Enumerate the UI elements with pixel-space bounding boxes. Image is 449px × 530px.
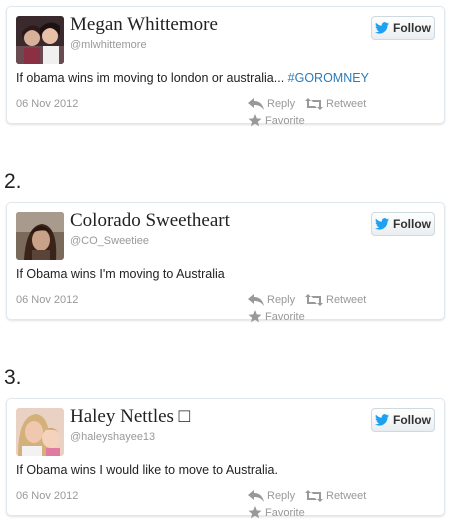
- tweet-actions: Reply Retweet Favorite: [248, 294, 408, 326]
- twitter-bird-icon: [375, 414, 389, 426]
- twitter-bird-icon: [375, 218, 389, 230]
- display-name[interactable]: Megan Whittemore: [70, 14, 218, 36]
- reply-arrow-icon: [248, 98, 264, 110]
- reply-action[interactable]: Reply: [248, 490, 295, 502]
- tweet-body: If Obama wins I'm moving to Australia: [16, 267, 225, 281]
- tweet-date[interactable]: 06 Nov 2012: [16, 490, 78, 502]
- tweet-date[interactable]: 06 Nov 2012: [16, 98, 78, 110]
- username[interactable]: @mlwhittemore: [70, 39, 147, 51]
- tweet-actions: Reply Retweet Favorite: [248, 98, 408, 130]
- favorite-label: Favorite: [265, 114, 305, 127]
- reply-arrow-icon: [248, 490, 264, 502]
- tweet-body: If obama wins im moving to london or aus…: [16, 71, 288, 85]
- display-name[interactable]: Colorado Sweetheart: [70, 210, 230, 232]
- retweet-label: Retweet: [326, 294, 367, 306]
- retweet-label: Retweet: [326, 490, 367, 502]
- avatar[interactable]: [16, 408, 64, 456]
- reply-label: Reply: [267, 98, 296, 110]
- list-number: 3.: [4, 366, 22, 389]
- hashtag-link[interactable]: #GOROMNEY: [288, 71, 369, 85]
- tweet-date[interactable]: 06 Nov 2012: [16, 294, 78, 306]
- tweet-text: If obama wins im moving to london or aus…: [16, 71, 369, 85]
- tweet-body: If Obama wins I would like to move to Au…: [16, 463, 278, 477]
- avatar[interactable]: [16, 212, 64, 260]
- follow-button[interactable]: Follow: [371, 16, 435, 40]
- tweet-text: If Obama wins I would like to move to Au…: [16, 463, 278, 477]
- retweet-action[interactable]: Retweet: [305, 98, 366, 110]
- favorite-label: Favorite: [265, 310, 305, 323]
- tweet-card: Megan Whittemore @mlwhittemore Follow If…: [6, 6, 445, 127]
- username[interactable]: @CO_Sweetiee: [70, 235, 149, 247]
- follow-label: Follow: [393, 217, 431, 231]
- favorite-action[interactable]: Favorite: [248, 506, 305, 519]
- tweet-card: Colorado Sweetheart @CO_Sweetiee Follow …: [6, 202, 445, 323]
- favorite-action[interactable]: Favorite: [248, 310, 305, 323]
- follow-button[interactable]: Follow: [371, 212, 435, 236]
- star-icon: [248, 114, 262, 127]
- tweet-actions: Reply Retweet Favorite: [248, 490, 408, 522]
- twitter-bird-icon: [375, 22, 389, 34]
- tweet-card: Haley Nettles □ @haleyshayee13 Follow If…: [6, 398, 445, 519]
- reply-label: Reply: [267, 490, 296, 502]
- retweet-icon: [305, 294, 323, 306]
- star-icon: [248, 506, 262, 519]
- tweet-text: If Obama wins I'm moving to Australia: [16, 267, 225, 281]
- retweet-label: Retweet: [326, 98, 367, 110]
- favorite-label: Favorite: [265, 506, 305, 519]
- star-icon: [248, 310, 262, 323]
- avatar[interactable]: [16, 16, 64, 64]
- username[interactable]: @haleyshayee13: [70, 431, 155, 443]
- retweet-action[interactable]: Retweet: [305, 490, 366, 502]
- retweet-icon: [305, 490, 323, 502]
- favorite-action[interactable]: Favorite: [248, 114, 305, 127]
- follow-label: Follow: [393, 413, 431, 427]
- retweet-action[interactable]: Retweet: [305, 294, 366, 306]
- display-name[interactable]: Haley Nettles □: [70, 406, 190, 428]
- follow-button[interactable]: Follow: [371, 408, 435, 432]
- reply-label: Reply: [267, 294, 296, 306]
- follow-label: Follow: [393, 21, 431, 35]
- retweet-icon: [305, 98, 323, 110]
- reply-arrow-icon: [248, 294, 264, 306]
- reply-action[interactable]: Reply: [248, 294, 295, 306]
- reply-action[interactable]: Reply: [248, 98, 295, 110]
- list-number: 2.: [4, 170, 22, 193]
